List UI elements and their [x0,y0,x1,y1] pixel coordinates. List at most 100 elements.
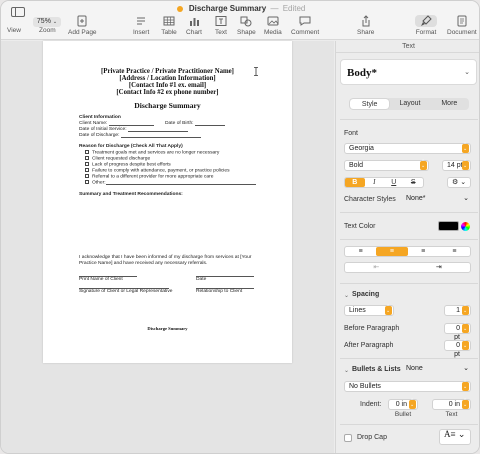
chevron-down-icon: ⌄ [463,365,469,372]
document-page[interactable]: [Private Practice / Private Practitioner… [43,41,292,363]
format-button[interactable]: Format [415,15,437,36]
reason-text: Lack of progress despite best efforts [92,162,171,168]
reason-text: Other: [92,180,106,186]
summary-heading[interactable]: Summary and Treatment Recommendations: [79,192,183,197]
font-family-select[interactable]: Georgia [344,143,471,154]
table-icon [161,15,177,27]
line-spacing-mode-popup-icon[interactable] [385,304,392,315]
bullet-style-select[interactable]: No Bullets [344,381,471,392]
text-indent-stepper-icon[interactable] [462,398,469,409]
media-button[interactable]: Media [264,15,282,36]
shape-button[interactable]: Shape [237,15,256,36]
align-left-button[interactable]: ≡ [345,247,376,256]
media-label: Media [264,29,282,36]
reason-item[interactable]: Lack of progress despite best efforts [85,162,171,167]
font-weight-popup-icon[interactable] [420,159,427,170]
font-size-value: 14 pt [447,162,463,169]
add-page-label: Add Page [68,29,97,36]
font-weight-select[interactable]: Bold [344,160,429,171]
add-page-button[interactable]: Add Page [68,15,97,36]
bold-button[interactable]: B [345,178,365,187]
character-styles-label: Character Styles [344,196,396,203]
character-styles-select[interactable]: None* ⌄ [402,194,471,205]
share-icon [358,15,374,27]
date-label: Date [196,277,207,282]
client-info-heading[interactable]: Client Information [79,115,121,120]
initial-service-row[interactable]: Date of Initial Service: [79,127,188,132]
reason-item[interactable]: Treatment goals met and services are no … [85,150,219,155]
text-button[interactable]: Text [213,15,229,36]
after-paragraph-stepper-icon[interactable] [462,339,469,350]
discharge-date-row[interactable]: Date of Discharge: [79,133,201,138]
advanced-options-button[interactable]: ⚙ ⌄ [447,177,471,188]
footer-title[interactable]: Discharge Summary [43,326,292,331]
document-label: Document [447,29,477,36]
tab-style[interactable]: Style [350,99,390,109]
share-button[interactable]: Share [357,15,374,36]
edit-status: Edited [282,4,306,13]
document-title-text[interactable]: Discharge Summary [43,101,292,110]
strikethrough-button[interactable]: S [404,178,424,187]
client-name-row[interactable]: Client Name: Date of Birth: [79,121,225,126]
chart-icon [186,15,202,27]
checkbox-icon[interactable] [85,174,89,178]
spacing-disclosure-icon[interactable]: ⌄ [344,292,349,299]
align-center-button[interactable]: ≡ [376,247,408,256]
font-weight-value: Bold [349,162,364,169]
divider [340,424,478,425]
tab-more[interactable]: More [430,98,469,110]
underline-button[interactable]: U [384,178,404,187]
comment-button[interactable]: Comment [291,15,319,36]
font-family-popup-icon[interactable] [462,142,469,153]
document-canvas[interactable]: [Private Practice / Private Practitioner… [1,41,334,453]
bullet-indent-value: 0 in [395,401,407,408]
acknowledgement-line-1[interactable]: I acknowledge that I have been informed … [79,255,251,260]
text-cursor-icon [254,67,258,76]
color-wheel-icon[interactable] [461,222,470,231]
table-button[interactable]: Table [161,15,177,36]
text-color-swatch[interactable] [438,221,459,231]
checkbox-icon[interactable] [85,168,89,172]
checkbox-icon[interactable] [85,180,89,184]
reason-item-other[interactable]: Other: [85,180,256,186]
other-line [105,180,256,186]
acknowledgement-line-2[interactable]: Practice Name] and have received any nec… [79,261,207,266]
header-contact-1[interactable]: [Contact Info #1 ex. email] [43,82,292,89]
print-name-label: Print Name of Client [79,277,123,282]
paragraph-style-selector[interactable]: Body* ⌄ [340,59,477,85]
decrease-indent-button[interactable]: ⇤ [345,263,408,272]
reason-item[interactable]: Failure to comply with attendance, payme… [85,168,230,173]
discharge-date-line [120,133,201,138]
drop-cap-style-select[interactable]: A≡ ⌄ [439,429,471,445]
reason-item[interactable]: Client requested discharge [85,156,150,161]
checkbox-icon[interactable] [85,156,89,160]
bullets-type-select[interactable]: None ⌄ [402,364,471,375]
checkbox-icon[interactable] [85,162,89,166]
before-paragraph-stepper-icon[interactable] [462,322,469,333]
justify-button[interactable]: ≡ [439,247,470,256]
reason-item[interactable]: Referral to a different provider for mor… [85,174,213,179]
chart-button[interactable]: Chart [186,15,202,36]
table-label: Table [161,29,177,36]
header-address[interactable]: [Address / Location Information] [43,75,292,82]
tab-layout[interactable]: Layout [390,98,429,110]
align-right-button[interactable]: ≡ [408,247,439,256]
increase-indent-button[interactable]: ⇥ [408,263,471,272]
italic-button[interactable]: I [365,178,385,187]
alignment-buttons: ≡ ≡ ≡ ≡ [344,246,471,257]
insert-button[interactable]: Insert [133,15,149,36]
view-button[interactable]: View [7,27,21,34]
font-size-stepper-icon[interactable] [462,159,469,170]
header-contact-2[interactable]: [Contact Info #2 ex phone number] [43,89,292,96]
zoom-select[interactable]: 75% ⌄ [33,17,61,27]
document-button[interactable]: Document [447,15,477,36]
pages-window: Discharge Summary — Edited View 75% ⌄ Zo… [0,0,480,454]
drop-cap-checkbox[interactable] [344,434,352,442]
bullet-style-popup-icon[interactable] [462,380,469,391]
text-label: Text [215,29,227,36]
line-spacing-stepper-icon[interactable] [462,304,469,315]
bullets-disclosure-icon[interactable]: ⌄ [344,367,349,374]
reason-heading[interactable]: Reason for Discharge (Check All That App… [79,144,183,149]
bullet-indent-stepper-icon[interactable] [409,398,416,409]
checkbox-icon[interactable] [85,150,89,154]
